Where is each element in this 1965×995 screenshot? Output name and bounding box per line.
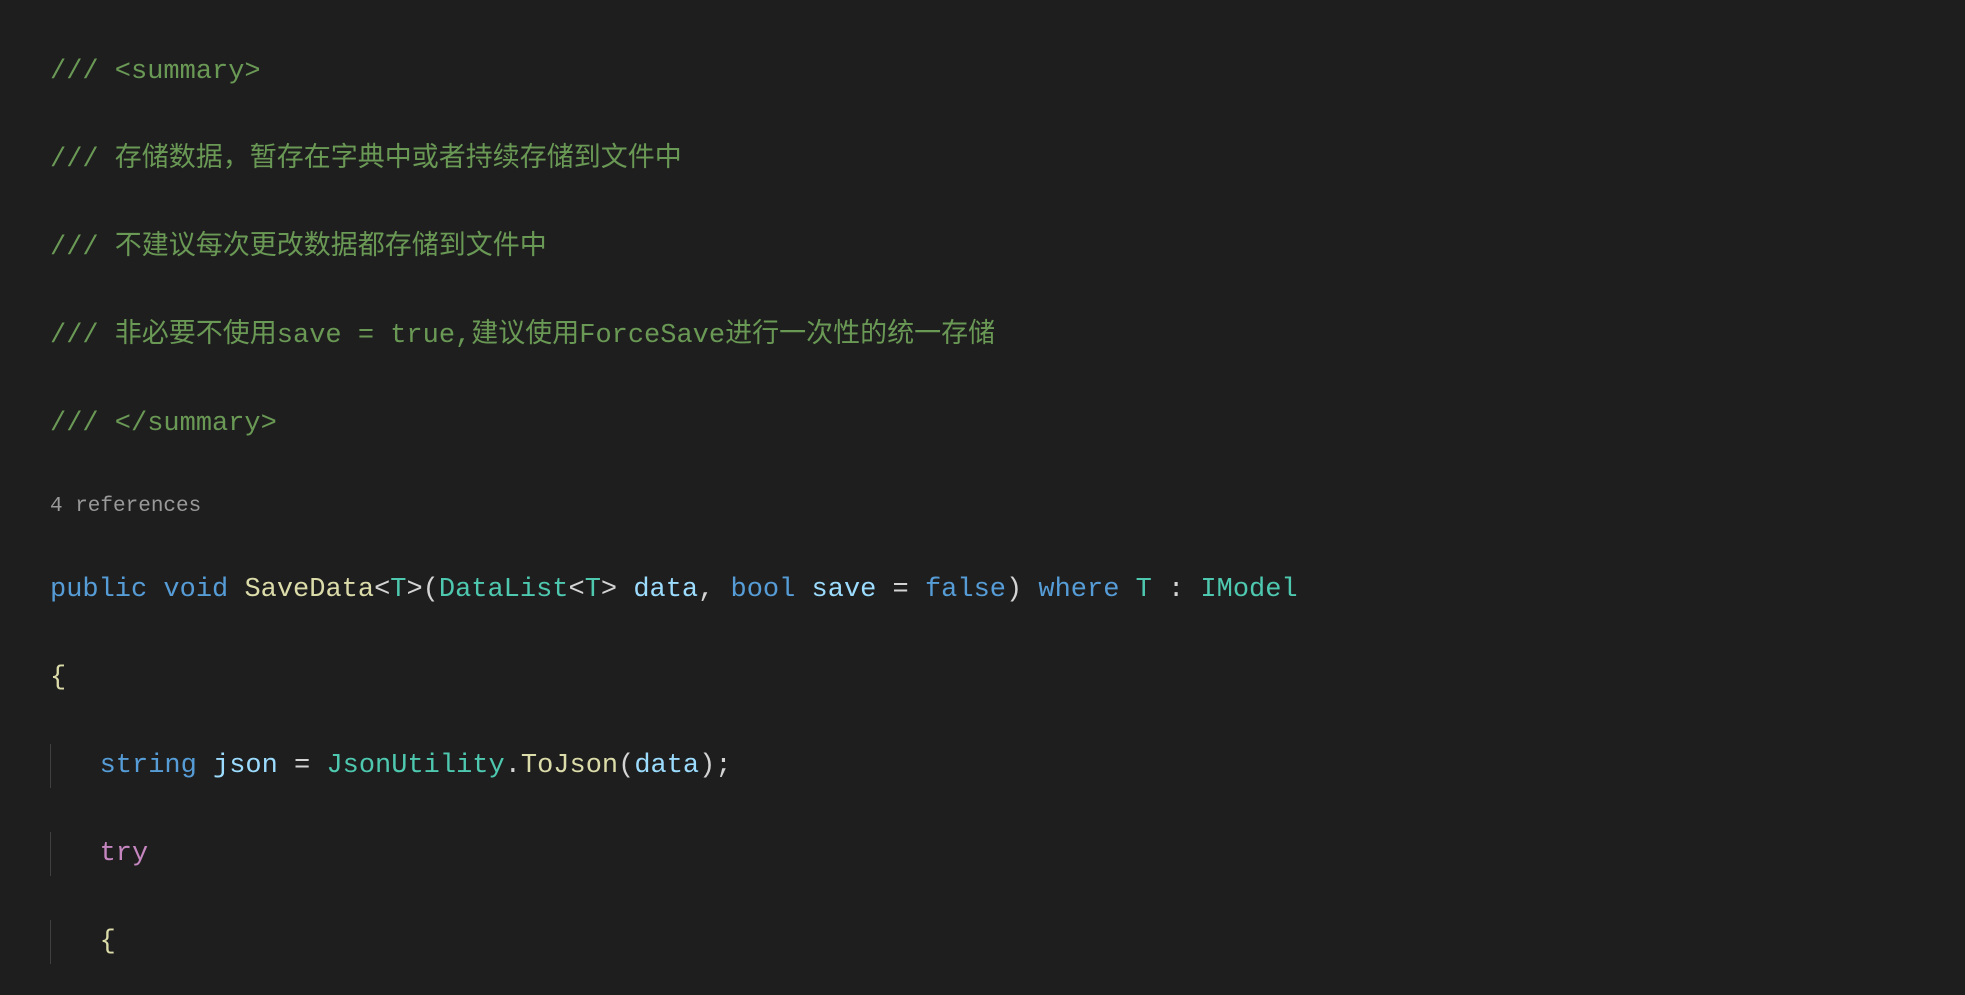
type-param: T bbox=[1136, 575, 1152, 605]
code-line: /// 存储数据，暂存在字典中或者持续存储到文件中 bbox=[50, 138, 1965, 182]
param-save: save bbox=[812, 575, 877, 605]
brace-open: { bbox=[50, 663, 66, 693]
keyword-void: void bbox=[163, 575, 228, 605]
xml-doc-comment: /// 非必要不使用save = true,建议使用ForceSave进行一次性… bbox=[50, 321, 995, 351]
method-tojson: ToJson bbox=[521, 751, 618, 781]
code-line: /// 非必要不使用save = true,建议使用ForceSave进行一次性… bbox=[50, 314, 1965, 358]
xml-doc-comment: /// 不建议每次更改数据都存储到文件中 bbox=[50, 233, 547, 263]
keyword-bool: bool bbox=[731, 575, 796, 605]
keyword-string: string bbox=[100, 751, 197, 781]
type-param: T bbox=[585, 575, 601, 605]
equals: = bbox=[278, 751, 327, 781]
keyword-try: try bbox=[100, 839, 149, 869]
angle-open: < bbox=[569, 575, 585, 605]
param-data: data bbox=[633, 575, 698, 605]
comma: , bbox=[698, 575, 730, 605]
paren-open: ( bbox=[423, 575, 439, 605]
paren-close: ) bbox=[1006, 575, 1022, 605]
space bbox=[795, 575, 811, 605]
local-json: json bbox=[213, 751, 278, 781]
code-line: string json = JsonUtility.ToJson(data); bbox=[50, 744, 1965, 788]
paren-open: ( bbox=[618, 751, 634, 781]
space bbox=[617, 575, 633, 605]
type-param: T bbox=[390, 575, 406, 605]
angle-close: > bbox=[601, 575, 617, 605]
code-line: /// 不建议每次更改数据都存储到文件中 bbox=[50, 226, 1965, 270]
code-line: { bbox=[50, 656, 1965, 700]
code-line: try bbox=[50, 832, 1965, 876]
code-line: { bbox=[50, 920, 1965, 964]
dot: . bbox=[505, 751, 521, 781]
space bbox=[1119, 575, 1135, 605]
codelens-references[interactable]: 4 references bbox=[50, 490, 1965, 524]
code-line: /// <summary> bbox=[50, 50, 1965, 94]
equals: = bbox=[876, 575, 925, 605]
type-datalist: DataList bbox=[439, 575, 569, 605]
angle-open: < bbox=[374, 575, 390, 605]
space bbox=[1022, 575, 1038, 605]
space bbox=[197, 751, 213, 781]
code-line: public void SaveData<T>(DataList<T> data… bbox=[50, 568, 1965, 612]
keyword-public: public bbox=[50, 575, 147, 605]
semicolon: ; bbox=[715, 751, 731, 781]
keyword-false: false bbox=[925, 575, 1006, 605]
arg-data: data bbox=[634, 751, 699, 781]
colon: : bbox=[1152, 575, 1201, 605]
brace-open: { bbox=[100, 927, 116, 957]
angle-close: > bbox=[406, 575, 422, 605]
type-imodel: IModel bbox=[1200, 575, 1297, 605]
xml-doc-comment: /// </summary> bbox=[50, 409, 277, 439]
paren-close: ) bbox=[699, 751, 715, 781]
code-line: /// </summary> bbox=[50, 402, 1965, 446]
code-editor[interactable]: /// <summary> /// 存储数据，暂存在字典中或者持续存储到文件中 … bbox=[0, 0, 1965, 995]
type-jsonutility: JsonUtility bbox=[326, 751, 504, 781]
xml-doc-comment: /// <summary> bbox=[50, 57, 261, 87]
xml-doc-comment: /// 存储数据，暂存在字典中或者持续存储到文件中 bbox=[50, 145, 682, 175]
method-name: SaveData bbox=[244, 575, 374, 605]
keyword-where: where bbox=[1038, 575, 1119, 605]
